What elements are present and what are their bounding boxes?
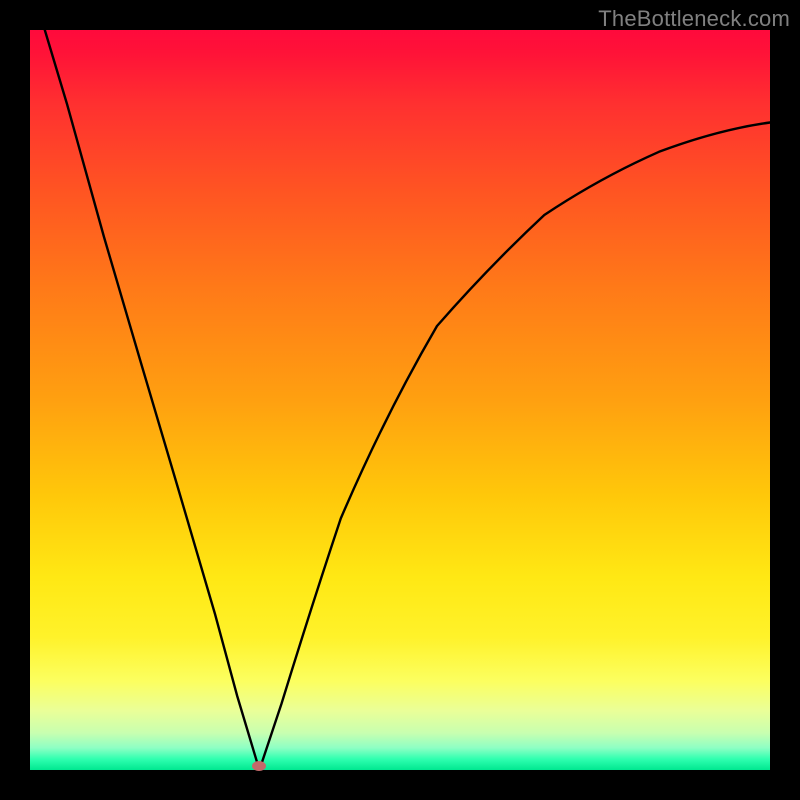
chart-frame: TheBottleneck.com: [0, 0, 800, 800]
bottleneck-curve: [30, 30, 770, 770]
plot-area: [30, 30, 770, 770]
curve-path: [45, 30, 770, 770]
min-marker: [252, 761, 266, 771]
watermark-text: TheBottleneck.com: [598, 6, 790, 32]
